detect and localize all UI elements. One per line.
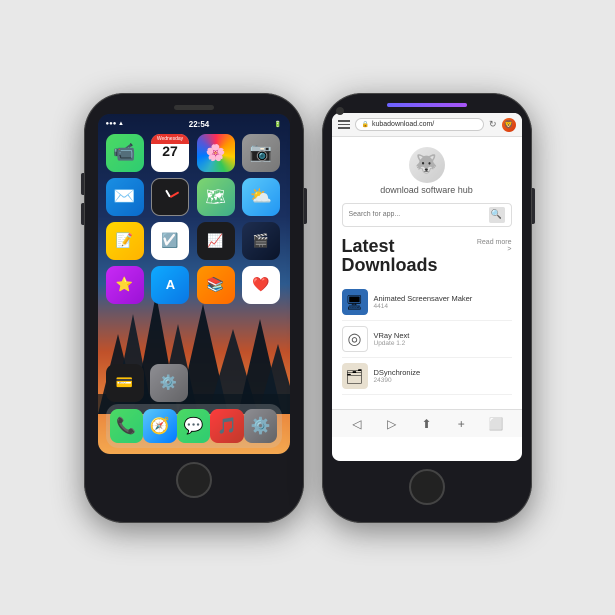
speaker: [174, 105, 214, 110]
books-icon[interactable]: 📚: [197, 266, 235, 304]
settings-dock-icon[interactable]: ⚙️: [244, 409, 278, 443]
phone-dock-icon[interactable]: 📞: [110, 409, 144, 443]
download-sub-3: 24390: [374, 377, 512, 384]
top-notch: [84, 93, 304, 114]
read-more-link[interactable]: Read more >: [477, 239, 512, 253]
facetime-icon[interactable]: 📹: [106, 134, 144, 172]
download-item-2[interactable]: ◎ VRay Next Update 1.2: [342, 321, 512, 358]
time-display: 22:54: [189, 120, 209, 129]
browser-screen: 🔒 kubadownload.com/ ↻ 🦁 🐺 download softw…: [332, 113, 522, 461]
left-phone: ●●● ▲ 22:54 🔋 📹 Wednesday 27 🌸 📷 ✉️ 🗺 ⛅: [84, 93, 304, 523]
appstore-icon[interactable]: A: [151, 266, 189, 304]
forward-button[interactable]: ▷: [381, 413, 403, 435]
messages-dock-icon[interactable]: 💬: [177, 409, 211, 443]
imovie-icon[interactable]: 🎬: [242, 222, 280, 260]
reminders-icon[interactable]: ☑️: [151, 222, 189, 260]
lock-icon: 🔒: [362, 121, 369, 128]
health-icon[interactable]: ❤️: [242, 266, 280, 304]
ios-screen: ●●● ▲ 22:54 🔋 📹 Wednesday 27 🌸 📷 ✉️ 🗺 ⛅: [98, 114, 290, 454]
clock-icon[interactable]: [151, 178, 189, 216]
hamburger-line: [338, 127, 350, 129]
download-sub-2: Update 1.2: [374, 340, 512, 347]
hamburger-line: [338, 124, 350, 126]
read-more-text: Read more: [477, 239, 512, 246]
safari-dock-icon[interactable]: 🧭: [143, 409, 177, 443]
download-sub-1: 4414: [374, 303, 512, 310]
mail-icon[interactable]: ✉️: [106, 178, 144, 216]
download-icon-1: 🖥: [342, 289, 368, 315]
latest-downloads-title: LatestDownloads: [342, 237, 438, 277]
download-name-3: DSynchronize: [374, 368, 512, 377]
notes-icon[interactable]: 📝: [106, 222, 144, 260]
right-top-bar: [322, 93, 532, 113]
camera-icon[interactable]: 📷: [242, 134, 280, 172]
back-button[interactable]: ◁: [346, 413, 368, 435]
download-info-2: VRay Next Update 1.2: [374, 331, 512, 347]
download-name-2: VRay Next: [374, 331, 512, 340]
share-button[interactable]: ⬆: [415, 413, 437, 435]
wallet-icon[interactable]: 💳: [106, 364, 144, 402]
download-name-1: Animated Screensaver Maker: [374, 294, 512, 303]
browser-nav-bar: 🔒 kubadownload.com/ ↻ 🦁: [332, 113, 522, 137]
ios-status-bar: ●●● ▲ 22:54 🔋: [98, 118, 290, 131]
brave-browser-icon[interactable]: 🦁: [502, 118, 516, 132]
heart-symbol: ❤️: [252, 276, 269, 293]
photos-icon[interactable]: 🌸: [197, 134, 235, 172]
music-dock-icon[interactable]: 🎵: [210, 409, 244, 443]
ios-settings-icon[interactable]: ⚙️: [150, 364, 188, 402]
download-icon-3: 🗂: [342, 363, 368, 389]
volume-button[interactable]: [81, 203, 84, 225]
site-logo-image: 🐺: [409, 147, 445, 183]
calendar-icon[interactable]: Wednesday 27: [151, 134, 189, 172]
url-text: kubadownload.com/: [372, 121, 434, 128]
calendar-day: 27: [162, 144, 178, 158]
download-icon-2: ◎: [342, 326, 368, 352]
hamburger-line: [338, 120, 350, 122]
app-search-bar[interactable]: 🔍: [342, 203, 512, 227]
ios-dock: 📞 🧭 💬 🎵 ⚙️: [106, 404, 282, 448]
stocks-icon[interactable]: 📈: [197, 222, 235, 260]
browser-bottom-bar: ◁ ▷ ⬆ + ⬜: [332, 409, 522, 437]
app-grid: 📹 Wednesday 27 🌸 📷 ✉️ 🗺 ⛅ 📝 ☑️ 📈 🎬: [106, 134, 282, 304]
download-info-3: DSynchronize 24390: [374, 368, 512, 384]
add-tab-button[interactable]: +: [450, 413, 472, 435]
browser-content: 🐺 download software hub 🔍 LatestDownload…: [332, 137, 522, 410]
battery-indicator: 🔋: [274, 121, 281, 128]
reload-icon[interactable]: ↻: [489, 119, 497, 130]
clock-minute-hand: [170, 191, 179, 197]
right-speaker: [336, 107, 344, 115]
latest-downloads-section: LatestDownloads Read more > 🖥 Animated S…: [342, 237, 512, 396]
volume-slider: [387, 103, 467, 107]
power-button[interactable]: [304, 188, 307, 224]
calendar-header: Wednesday: [151, 134, 189, 144]
maps-icon[interactable]: 🗺: [197, 178, 235, 216]
mute-button[interactable]: [81, 173, 84, 195]
weather-icon[interactable]: ⛅: [242, 178, 280, 216]
site-title-text: download software hub: [380, 185, 473, 195]
right-phone: 🔒 kubadownload.com/ ↻ 🦁 🐺 download softw…: [322, 93, 532, 523]
search-button[interactable]: 🔍: [489, 207, 505, 223]
signal-indicator: ●●● ▲: [106, 121, 124, 127]
read-more-arrow: >: [507, 246, 511, 253]
hamburger-menu-icon[interactable]: [338, 120, 350, 129]
latest-downloads-header: LatestDownloads Read more >: [342, 237, 512, 277]
right-power-button[interactable]: [532, 188, 535, 224]
right-home-button[interactable]: [409, 469, 445, 505]
download-info-1: Animated Screensaver Maker 4414: [374, 294, 512, 310]
site-logo-area: 🐺 download software hub: [342, 147, 512, 195]
search-input[interactable]: [349, 211, 489, 218]
starred-icon[interactable]: ⭐: [106, 266, 144, 304]
home-button[interactable]: [176, 462, 212, 498]
download-item-1[interactable]: 🖥 Animated Screensaver Maker 4414: [342, 284, 512, 321]
download-item-3[interactable]: 🗂 DSynchronize 24390: [342, 358, 512, 395]
url-bar[interactable]: 🔒 kubadownload.com/: [355, 118, 484, 131]
tabs-button[interactable]: ⬜: [485, 413, 507, 435]
